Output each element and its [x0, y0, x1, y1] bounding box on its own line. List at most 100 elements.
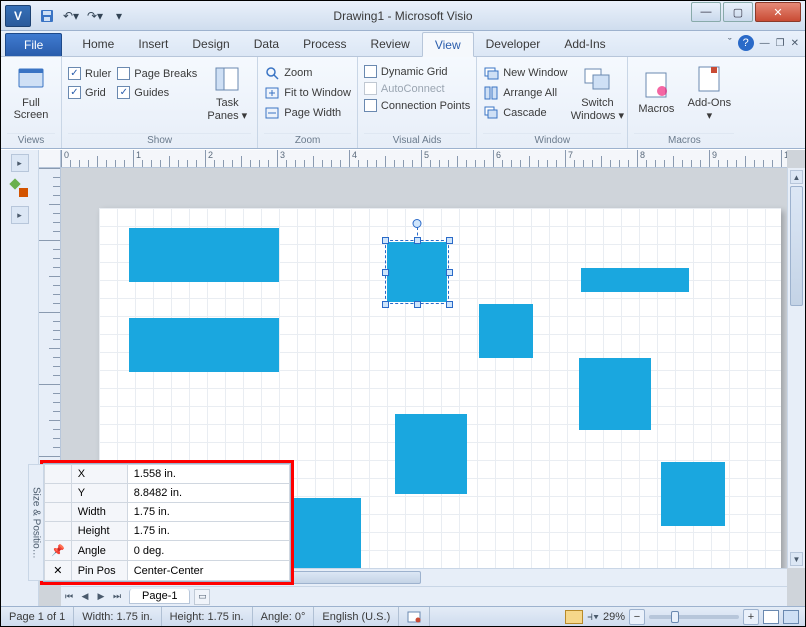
status-language[interactable]: English (U.S.)	[314, 607, 399, 626]
qat-customize-icon[interactable]: ▾	[109, 6, 129, 26]
page-tab[interactable]: Page-1	[129, 589, 190, 604]
cascade-button[interactable]: Cascade	[483, 105, 567, 121]
size-position-row[interactable]: Y8.8482 in.	[45, 484, 290, 503]
resize-handle[interactable]	[382, 269, 389, 276]
mdi-minimize-icon[interactable]: —	[760, 38, 770, 49]
panel-dropdown-icon[interactable]: ▸	[11, 206, 29, 224]
shape-rect[interactable]	[395, 414, 467, 494]
row-label: Width	[71, 503, 127, 522]
scroll-down-icon[interactable]: ▼	[790, 552, 803, 566]
row-icon	[45, 484, 72, 503]
switch-windows-button[interactable]: Switch Windows ▾	[573, 59, 621, 125]
shape-rect[interactable]	[479, 304, 533, 358]
macro-record-icon[interactable]	[399, 607, 430, 626]
ruler-checkbox[interactable]: ✓Ruler	[68, 67, 111, 80]
close-button[interactable]: ✕	[755, 2, 801, 22]
size-position-row[interactable]: ✕Pin PosCenter-Center	[45, 561, 290, 581]
tab-view[interactable]: View	[422, 32, 474, 57]
horizontal-ruler[interactable]: 0123456789101112131415161718192021222324	[61, 150, 787, 168]
size-position-row[interactable]: 📌Angle0 deg.	[45, 541, 290, 561]
row-value[interactable]: 1.75 in.	[127, 522, 289, 541]
prev-page-icon[interactable]: ◀	[77, 589, 93, 605]
minimize-button[interactable]: —	[691, 2, 721, 22]
resize-handle[interactable]	[414, 301, 421, 308]
tab-design[interactable]: Design	[180, 32, 241, 56]
size-position-row[interactable]: X1.558 in.	[45, 465, 290, 484]
expand-panel-icon[interactable]: ▸	[11, 154, 29, 172]
resize-handle[interactable]	[382, 301, 389, 308]
size-position-side-label[interactable]: Size & Positio…	[28, 464, 44, 581]
resize-handle[interactable]	[382, 237, 389, 244]
resize-handle[interactable]	[446, 237, 453, 244]
row-label: Height	[71, 522, 127, 541]
next-page-icon[interactable]: ▶	[93, 589, 109, 605]
task-panes-icon	[211, 63, 243, 95]
page-breaks-checkbox[interactable]: Page Breaks	[117, 67, 197, 80]
redo-icon[interactable]: ↷▾	[85, 6, 105, 26]
mdi-close-icon[interactable]: ✕	[791, 38, 799, 49]
connection-points-checkbox[interactable]: Connection Points	[364, 99, 470, 112]
new-window-button[interactable]: New Window	[483, 65, 567, 81]
tab-data[interactable]: Data	[242, 32, 291, 56]
grid-checkbox[interactable]: ✓Grid	[68, 86, 111, 99]
new-page-icon[interactable]: ▭	[194, 589, 210, 605]
full-screen-status-icon[interactable]	[783, 610, 799, 624]
minimize-ribbon-icon[interactable]: ˇ	[728, 37, 732, 49]
row-value[interactable]: 1.75 in.	[127, 503, 289, 522]
zoom-button[interactable]: Zoom	[264, 65, 351, 81]
shape-rect[interactable]	[289, 498, 361, 568]
guides-checkbox[interactable]: ✓Guides	[117, 86, 197, 99]
resize-handle[interactable]	[414, 237, 421, 244]
page-break-view-icon[interactable]: ⫞▾	[587, 609, 599, 624]
zoom-slider[interactable]	[649, 615, 739, 619]
maximize-button[interactable]: ▢	[723, 2, 753, 22]
tab-process[interactable]: Process	[291, 32, 358, 56]
tab-review[interactable]: Review	[358, 32, 421, 56]
dynamic-grid-checkbox[interactable]: Dynamic Grid	[364, 65, 470, 78]
shape-rect[interactable]	[579, 358, 651, 430]
file-tab[interactable]: File	[5, 33, 62, 56]
undo-icon[interactable]: ↶▾	[61, 6, 81, 26]
row-value[interactable]: 0 deg.	[127, 541, 289, 561]
size-position-row[interactable]: Height1.75 in.	[45, 522, 290, 541]
arrange-all-button[interactable]: Arrange All	[483, 85, 567, 101]
scroll-thumb[interactable]	[790, 186, 803, 306]
shape-rect[interactable]	[129, 318, 279, 372]
first-page-icon[interactable]: ⏮	[61, 589, 77, 605]
addons-button[interactable]: Add-Ons ▾	[684, 59, 734, 125]
zoom-in-button[interactable]: +	[743, 609, 759, 625]
vertical-scrollbar[interactable]: ▲ ▼	[787, 168, 805, 568]
autoconnect-checkbox[interactable]: AutoConnect	[364, 82, 470, 95]
last-page-icon[interactable]: ⏭	[109, 589, 125, 605]
shape-rect[interactable]	[581, 268, 689, 292]
fit-page-icon[interactable]	[763, 610, 779, 624]
row-value[interactable]: Center-Center	[127, 561, 289, 581]
shape-rect[interactable]	[129, 228, 279, 282]
mdi-restore-icon[interactable]: ❐	[776, 38, 785, 49]
tab-insert[interactable]: Insert	[126, 32, 180, 56]
help-icon[interactable]: ?	[738, 35, 754, 51]
size-position-pane[interactable]: Size & Positio… X1.558 in.Y8.8482 in.Wid…	[43, 463, 291, 582]
system-menu-icon[interactable]: V	[5, 5, 31, 27]
tab-add-ins[interactable]: Add-Ins	[552, 32, 617, 56]
zoom-out-button[interactable]: −	[629, 609, 645, 625]
save-icon[interactable]	[37, 6, 57, 26]
zoom-level[interactable]: 29%	[603, 611, 625, 623]
size-position-row[interactable]: Width1.75 in.	[45, 503, 290, 522]
resize-handle[interactable]	[446, 269, 453, 276]
tab-home[interactable]: Home	[70, 32, 126, 56]
row-value[interactable]: 8.8482 in.	[127, 484, 289, 503]
row-icon	[45, 465, 72, 484]
presentation-mode-icon[interactable]	[565, 610, 583, 624]
page-width-button[interactable]: Page Width	[264, 105, 351, 121]
task-panes-button[interactable]: Task Panes ▾	[203, 59, 251, 125]
tab-developer[interactable]: Developer	[474, 32, 553, 56]
macros-button[interactable]: Macros	[634, 59, 678, 125]
fit-window-button[interactable]: Fit to Window	[264, 85, 351, 101]
full-screen-button[interactable]: Full Screen	[7, 59, 55, 125]
shape-rect[interactable]	[661, 462, 725, 526]
row-value[interactable]: 1.558 in.	[127, 465, 289, 484]
scroll-up-icon[interactable]: ▲	[790, 170, 803, 184]
shapes-icon[interactable]	[9, 178, 31, 200]
resize-handle[interactable]	[446, 301, 453, 308]
